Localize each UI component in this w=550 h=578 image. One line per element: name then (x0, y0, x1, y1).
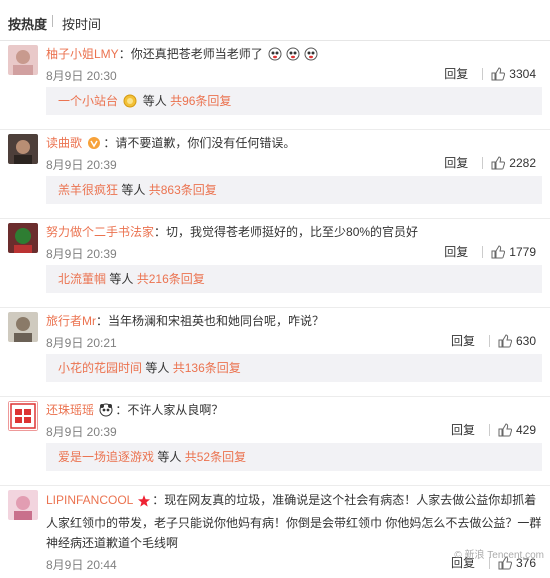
like-count: 3304 (509, 66, 536, 81)
comment-item: 努力做个二手书法家：切，我觉得苍老师挺好的，比至少80%的官员好 8月9日 20… (0, 219, 550, 308)
watermark: © 新浪 Tencent.com (454, 550, 544, 561)
reply-button[interactable]: 回复 (451, 421, 475, 438)
reply-username[interactable]: 爱是一场追逐游戏 (58, 450, 154, 464)
like-button[interactable]: 3304 (491, 67, 536, 81)
emoji-icon (304, 47, 318, 66)
comment-line: 还珠瑶瑶 ：不许人家从良啊？ (46, 401, 542, 422)
like-button[interactable]: 2282 (491, 156, 536, 170)
comment-time: 8月9日 20:30 (46, 69, 117, 83)
reply-username[interactable]: 小花的花园时间 (58, 361, 142, 375)
reply-button[interactable]: 回复 (451, 332, 475, 349)
thumbs-up-icon (491, 244, 506, 258)
reply-summary[interactable]: 北流董帼 等人 共216条回复 (46, 265, 542, 293)
comment-text: 当年杨澜和宋祖英也和她同台呢，咋说？ (108, 314, 325, 328)
comment-actions: 回复 1779 (444, 243, 536, 260)
divider (482, 67, 484, 80)
comment-username[interactable]: LIPINFANCOOL (46, 493, 133, 507)
like-button[interactable]: 429 (498, 423, 536, 437)
reply-summary[interactable]: 羔羊很疯狂 等人 共863条回复 (46, 176, 542, 204)
thumbs-up-icon (498, 422, 512, 436)
comment-text: 你还真把苍老师当老师了 (130, 47, 263, 61)
comment-item: LIPINFANCOOL ：现在网友真的垃圾，准确说是这个社会有病态！人家去做公… (0, 486, 550, 578)
divider (488, 423, 490, 436)
comment-time: 8月9日 20:39 (46, 158, 117, 172)
reply-username[interactable]: 一个小站台 (58, 94, 118, 108)
sort-divider (52, 15, 53, 27)
reply-mid: 等人 (145, 361, 170, 375)
sort-by-hot-tab[interactable]: 按热度 (8, 14, 47, 33)
reply-summary[interactable]: 小花的花园时间 等人 共136条回复 (46, 354, 542, 382)
comment-actions: 回复 429 (451, 421, 536, 438)
reply-count[interactable]: 共216条回复 (137, 272, 205, 286)
comment-line: 努力做个二手书法家：切，我觉得苍老师挺好的，比至少80%的官员好 (46, 225, 419, 239)
sort-bar: 按热度 按时间 (0, 0, 550, 41)
comment-username[interactable]: 柚子小姐LMY (46, 47, 119, 61)
comment-actions: 回复 2282 (444, 154, 536, 171)
avatar[interactable] (8, 134, 38, 164)
reply-username[interactable]: 羔羊很疯狂 (58, 183, 118, 197)
like-count: 429 (515, 422, 536, 437)
reply-button[interactable]: 回复 (444, 243, 468, 260)
reply-button[interactable]: 回复 (444, 65, 468, 82)
star-icon (138, 493, 151, 513)
panda-icon (99, 403, 113, 422)
comment-line: 旅行者Mr：当年杨澜和宋祖英也和她同台呢，咋说？ (46, 314, 325, 328)
reply-count[interactable]: 共52条回复 (185, 450, 246, 464)
emoji-icon (268, 47, 282, 66)
reply-username[interactable]: 北流董帼 (58, 272, 106, 286)
sort-by-time-tab[interactable]: 按时间 (62, 14, 101, 33)
emoji-icon (286, 47, 300, 66)
avatar[interactable] (8, 490, 38, 520)
comment-time: 8月9日 20:39 (46, 247, 117, 261)
comment-actions: 回复 630 (451, 332, 536, 349)
reply-count[interactable]: 共863条回复 (149, 183, 217, 197)
reply-summary[interactable]: 爱是一场追逐游戏 等人 共52条回复 (46, 443, 542, 471)
comment-username[interactable]: 还珠瑶瑶 (46, 403, 94, 417)
like-count: 630 (515, 333, 536, 348)
comment-line: 柚子小姐LMY：你还真把苍老师当老师了 (46, 45, 542, 66)
comment-item: 旅行者Mr：当年杨澜和宋祖英也和她同台呢，咋说？ 8月9日 20:21 回复 6… (0, 308, 550, 397)
comment-username[interactable]: 读曲歌 (46, 136, 82, 150)
divider (482, 156, 484, 169)
like-button[interactable]: 630 (498, 334, 536, 348)
reply-mid: 等人 (109, 272, 134, 286)
comment-line: 读曲歌 ：请不要道歉，你们没有任何错误。 (46, 134, 542, 155)
avatar[interactable] (8, 312, 38, 342)
avatar[interactable] (8, 401, 38, 431)
comment-actions: 回复 3304 (444, 65, 536, 82)
vip-badge-icon (87, 136, 101, 155)
medal-icon (123, 90, 137, 118)
comment-item: 柚子小姐LMY：你还真把苍老师当老师了 8月9日 20:30 回复 3304 一… (0, 41, 550, 130)
avatar[interactable] (8, 223, 38, 253)
divider (488, 334, 490, 347)
reply-mid: 等人 (142, 94, 167, 108)
thumbs-up-icon (498, 333, 512, 347)
reply-mid: 等人 (157, 450, 182, 464)
like-count: 2282 (509, 155, 536, 170)
comment-text: 切，我觉得苍老师挺好的，比至少80%的官员好 (166, 225, 419, 239)
avatar[interactable] (8, 45, 38, 75)
comment-line: LIPINFANCOOL ：现在网友真的垃圾，准确说是这个社会有病态！人家去做公… (46, 493, 542, 550)
comment-username[interactable]: 努力做个二手书法家 (46, 225, 154, 239)
reply-count[interactable]: 共96条回复 (170, 94, 231, 108)
comment-time: 8月9日 20:21 (46, 336, 117, 350)
divider (482, 245, 484, 258)
reply-mid: 等人 (121, 183, 146, 197)
thumbs-up-icon (491, 66, 506, 80)
reply-count[interactable]: 共136条回复 (173, 361, 241, 375)
reply-summary[interactable]: 一个小站台 等人 共96条回复 (46, 87, 542, 115)
reply-button[interactable]: 回复 (444, 154, 468, 171)
comment-text: 不许人家从良啊？ (127, 403, 224, 417)
comment-item: 读曲歌 ：请不要道歉，你们没有任何错误。 8月9日 20:39 回复 2282 … (0, 130, 550, 219)
comment-text: 请不要道歉，你们没有任何错误。 (115, 136, 296, 150)
comment-time: 8月9日 20:39 (46, 425, 117, 439)
like-count: 1779 (509, 244, 536, 259)
comment-username[interactable]: 旅行者Mr (46, 314, 96, 328)
comment-item: 还珠瑶瑶 ：不许人家从良啊？ 8月9日 20:39 回复 429 爱是一场追逐游… (0, 397, 550, 486)
like-button[interactable]: 1779 (491, 245, 536, 259)
thumbs-up-icon (491, 155, 506, 169)
